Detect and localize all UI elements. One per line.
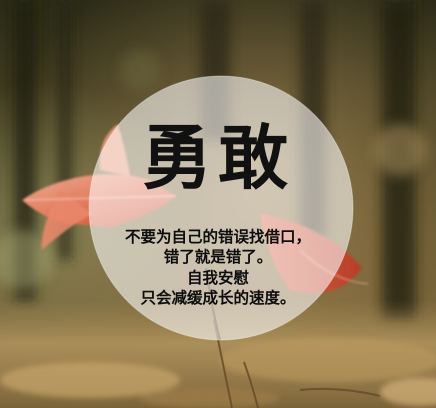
caption-line-1: 不要为自己的错误找借口，: [124, 228, 311, 246]
poster-canvas: 勇敢 不要为自己的错误找借口， 错了就是错了。 自我安慰 只会减缓成长的速度。: [0, 0, 436, 408]
caption-line-4: 只会减缓成长的速度。: [140, 289, 296, 307]
caption-line-3: 自我安慰: [186, 269, 249, 287]
poster-caption: 勇敢 不要为自己的错误找借口， 错了就是错了。 自我安慰 只会减缓成长的速度。: [0, 0, 436, 408]
caption-line-2: 错了就是错了。: [163, 248, 273, 266]
poster-title: 勇敢: [142, 117, 294, 199]
